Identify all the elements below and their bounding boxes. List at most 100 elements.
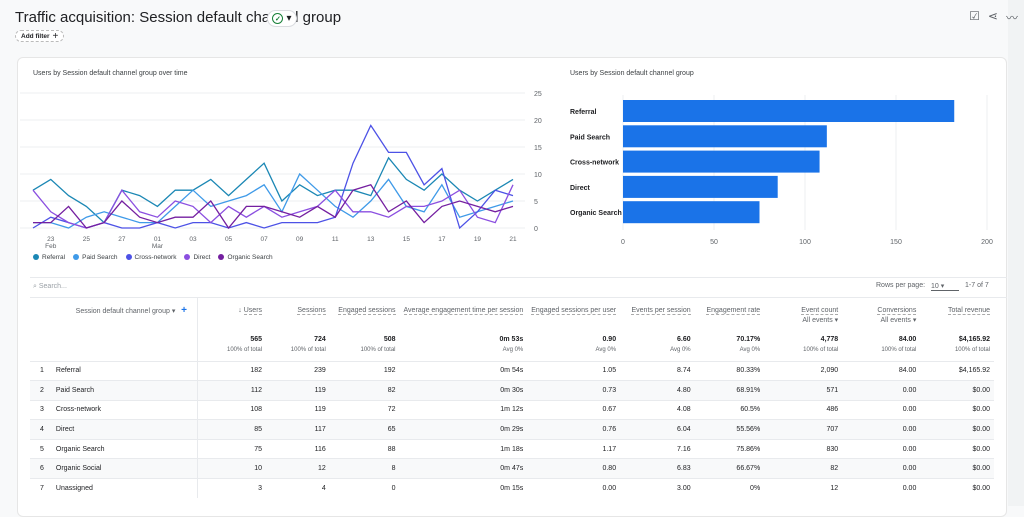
table-row[interactable]: 3 Cross-network 108 119 72 1m 12s 0.67 4.08 60.5…	[30, 399, 994, 420]
total-cell: 6.60 Avg 0%	[620, 334, 695, 361]
table-row[interactable]: 1 Referral 182 239 192 0m 54s 1.05 8.74 80.33% 2,…	[30, 360, 994, 381]
channel-name: Referral	[51, 360, 199, 381]
x-tick-label: 03	[189, 236, 197, 243]
pagination: Rows per page: 10 ▾ 1-7 of 7	[876, 282, 989, 291]
total-sub: Avg 0%	[502, 347, 524, 353]
legend-dot	[125, 254, 132, 260]
metric-cell: $0.00	[920, 458, 994, 479]
x-tick-label: 0	[621, 239, 625, 246]
pagination-range: 1-7 of 7	[965, 282, 989, 289]
metric-cell: 0.00	[527, 478, 621, 499]
column-label: Average engagement time per session	[403, 307, 524, 315]
total-value: 84.00	[898, 336, 917, 343]
metric-cell: 10	[197, 458, 267, 479]
metric-cell: 84.00	[842, 360, 921, 381]
table-row[interactable]: 5 Organic Search 75 116 88 1m 18s 1.17 7.16 75.8…	[30, 438, 994, 459]
metric-cell: 0.80	[527, 458, 621, 479]
metric-cell: 0.00	[842, 458, 921, 479]
insights-icon[interactable]: 〰	[1006, 9, 1018, 26]
event-filter-dropdown[interactable]: All events ▾	[802, 317, 838, 324]
metric-cell: 830	[764, 438, 843, 459]
column-header[interactable]: Engaged sessions per user	[527, 298, 620, 334]
row-index: 6	[30, 458, 52, 479]
table-row[interactable]: 4 Direct 85 117 65 0m 29s 0.76 6.04 55.56% 707 0.0…	[30, 419, 994, 440]
metric-cell: 1m 12s	[399, 399, 528, 420]
metric-cell: 112	[197, 380, 267, 401]
check-circle-icon: ✓	[272, 13, 284, 24]
legend-label: Paid Search	[82, 254, 118, 261]
report-status-dropdown[interactable]: ✓ ▾	[267, 10, 297, 27]
x-tick-label: 11	[332, 236, 339, 243]
column-label: Events per session	[631, 307, 691, 315]
edit-report-icon[interactable]: ☑	[969, 9, 980, 26]
share-icon[interactable]: ⋖	[988, 9, 998, 26]
metric-cell: 4.80	[620, 380, 695, 401]
legend-dot	[184, 254, 191, 260]
total-cell: $4,165.92 100% of total	[920, 334, 994, 361]
bar-paid-search[interactable]	[623, 125, 827, 148]
column-header[interactable]: Event count All events ▾	[764, 298, 842, 334]
legend-label: Direct	[193, 254, 211, 261]
metric-cell: 0m 29s	[399, 419, 528, 440]
legend-item[interactable]: Paid Search	[73, 254, 118, 261]
legend-item[interactable]: Direct	[184, 254, 210, 261]
event-filter-dropdown[interactable]: All events ▾	[881, 317, 917, 324]
series-line-organic-search[interactable]	[33, 184, 514, 230]
chevron-down-icon[interactable]: ▾	[172, 308, 176, 315]
column-header[interactable]: Average engagement time per session	[400, 298, 528, 334]
column-header[interactable]: ↓ Users	[198, 298, 267, 334]
legend-label: Organic Search	[227, 254, 273, 261]
column-header[interactable]: Total revenue	[920, 298, 994, 334]
bar-referral[interactable]	[623, 100, 955, 122]
category-label: Referral	[570, 109, 597, 116]
column-header[interactable]: Sessions	[266, 298, 330, 334]
column-label: Engaged sessions	[338, 307, 396, 315]
table-row[interactable]: 6 Organic Social 10 12 8 0m 47s 0.80 6.83 66.67%…	[30, 458, 994, 479]
bar-direct[interactable]	[623, 175, 778, 198]
metric-cell: 0%	[694, 478, 765, 499]
column-header[interactable]: Events per session	[620, 298, 695, 334]
x-tick-label: 23	[47, 236, 55, 243]
plus-icon: +	[52, 30, 59, 42]
metric-cell: 6.83	[620, 458, 695, 479]
x-tick-label: 21	[509, 236, 517, 243]
x-tick-month: Mar	[152, 243, 164, 250]
total-sub: Avg 0%	[595, 347, 617, 353]
rows-per-page-select[interactable]: 10 ▾	[931, 282, 960, 291]
total-sub: 100% of total	[803, 347, 839, 353]
total-value: 0m 53s	[499, 336, 524, 343]
bar-organic-search[interactable]	[623, 201, 760, 224]
search-placeholder: Search...	[38, 283, 67, 290]
total-value: 508	[383, 336, 396, 343]
dimension-header[interactable]: Session default channel group ▾ +	[30, 298, 199, 334]
x-tick-label: 09	[296, 236, 304, 243]
column-label: Sessions	[297, 307, 326, 315]
column-label: Engaged sessions per user	[531, 307, 617, 315]
add-filter-button[interactable]: Add filter +	[15, 30, 65, 42]
metric-cell: 3	[197, 478, 267, 499]
legend-item[interactable]: Cross-network	[125, 254, 176, 261]
y-tick-label: 25	[534, 91, 542, 98]
channel-name: Direct	[51, 419, 199, 440]
column-header[interactable]: Engaged sessions	[330, 298, 400, 334]
table-search-input[interactable]: ⌕ Search...	[33, 283, 67, 291]
x-tick-label: 100	[799, 239, 811, 246]
scrollbar-track[interactable]	[1008, 0, 1024, 506]
total-cell: 565 100% of total	[198, 334, 267, 361]
legend-item[interactable]: Organic Search	[218, 254, 273, 261]
column-header[interactable]: Conversions All events ▾	[842, 298, 920, 334]
add-dimension-icon[interactable]: +	[181, 305, 187, 316]
metric-cell: 8	[329, 458, 400, 479]
line-chart-title: Users by Session default channel group o…	[33, 70, 188, 77]
series-line-referral[interactable]	[32, 156, 514, 224]
x-tick-month: Feb	[45, 243, 57, 250]
bar-cross-network[interactable]	[623, 150, 820, 173]
category-label: Organic Search	[570, 210, 622, 217]
table-row[interactable]: 7 Unassigned 3 4 0 0m 15s 0.00 3.00 0% 12 0.00 $0.0…	[30, 478, 994, 499]
x-tick-label: 25	[83, 236, 91, 243]
table-row[interactable]: 2 Paid Search 112 119 82 0m 30s 0.73 4.80 68.91%…	[30, 380, 994, 401]
column-header[interactable]: Engagement rate	[695, 298, 765, 334]
total-value: 724	[314, 336, 326, 343]
legend-item[interactable]: Referral	[33, 254, 65, 261]
metric-cell: 75.86%	[694, 438, 765, 459]
